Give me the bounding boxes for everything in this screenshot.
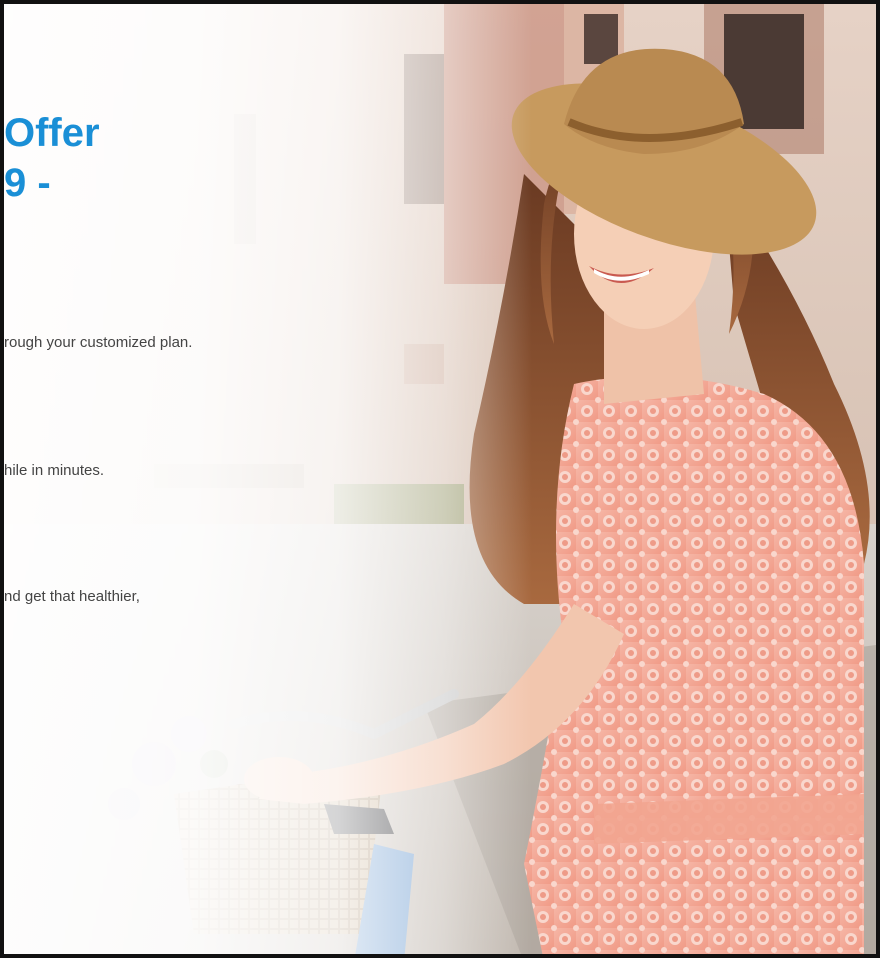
headline-line-2: 9 -: [4, 161, 51, 205]
benefit-line-3: nd get that healthier,: [4, 588, 140, 605]
hero-banner: Offer 9 - rough your customized plan. hi…: [0, 0, 880, 958]
headline-line-1: Offer: [4, 111, 100, 155]
benefit-line-2: hile in minutes.: [4, 462, 105, 479]
hero-photo: [4, 4, 876, 954]
offer-headline: Offer 9 -: [4, 108, 100, 208]
benefit-line-1: rough your customized plan.: [4, 334, 193, 351]
